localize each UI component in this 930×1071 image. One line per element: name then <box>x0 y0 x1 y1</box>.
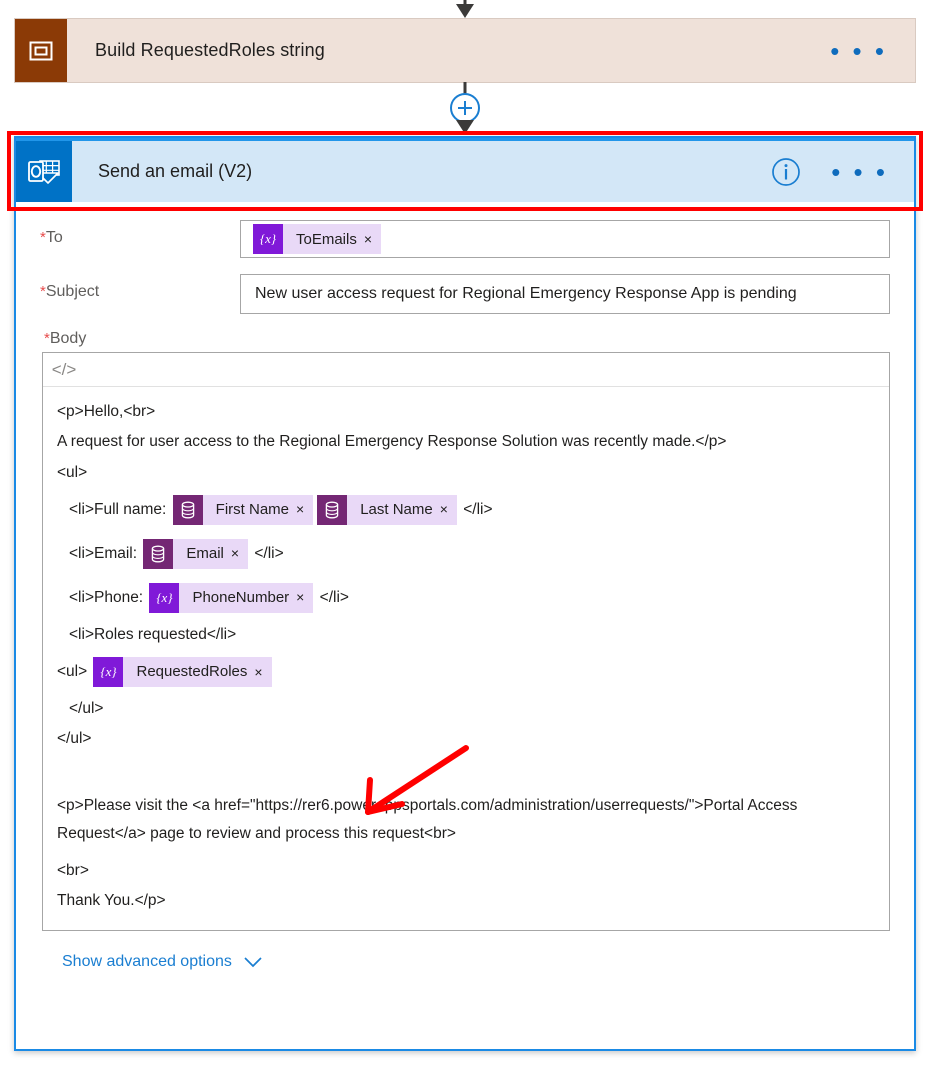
show-advanced-options-button[interactable]: Show advanced options <box>40 931 890 971</box>
token-first-name[interactable]: First Name × <box>172 494 314 525</box>
code-text: </li> <box>458 500 493 518</box>
header-action-group: • • • <box>771 157 914 187</box>
token-remove-button[interactable]: × <box>440 502 457 517</box>
action-card-send-an-email[interactable]: Send an email (V2) • • • *To {x} ToEmail… <box>14 136 916 1051</box>
token-label: RequestedRoles <box>136 663 248 681</box>
body-code-line: <p>Hello,<br> <box>57 403 156 420</box>
body-html-editor[interactable]: </> <p>Hello,<br> A request for user acce… <box>42 352 890 932</box>
action-card-build-requestedroles[interactable]: Build RequestedRoles string • • • <box>14 18 916 83</box>
body-code-line: <br> <box>57 861 89 879</box>
token-toemails[interactable]: {x} ToEmails × <box>253 224 382 254</box>
code-view-icon[interactable]: </> <box>47 355 81 385</box>
body-editor-toolbar: </> <box>43 353 889 387</box>
action-card-title: Build RequestedRoles string <box>95 40 325 60</box>
code-text: <li>Phone: <box>69 588 148 606</box>
token-remove-button[interactable]: × <box>296 590 313 605</box>
info-circle-icon[interactable] <box>771 157 801 187</box>
body-code-line: <li>Email: Email × </li> <box>57 532 875 576</box>
body-code-line: </ul> <box>69 700 104 718</box>
code-text: <ul> <box>57 662 92 680</box>
field-row-to: *To {x} ToEmails × <box>40 220 890 258</box>
code-text: </li> <box>250 544 284 562</box>
connector-add-step <box>450 82 480 134</box>
token-email[interactable]: Email × <box>143 538 249 569</box>
action-card-title: Send an email (V2) <box>98 161 253 181</box>
chevron-down-icon <box>244 957 262 968</box>
outlook-icon <box>16 141 72 202</box>
field-row-subject: *Subject New user access request for Reg… <box>40 274 890 314</box>
body-code-line: <p>Please visit the <a href="https://rer… <box>57 796 798 843</box>
token-label: Last Name <box>360 500 433 518</box>
token-label: Email <box>186 544 224 562</box>
token-remove-button[interactable]: × <box>296 502 313 517</box>
token-remove-button[interactable]: × <box>231 546 248 561</box>
token-last-name[interactable]: Last Name × <box>317 494 457 525</box>
token-remove-button[interactable]: × <box>364 231 381 247</box>
token-phonenumber[interactable]: {x} PhoneNumber × <box>149 582 314 613</box>
show-advanced-options-label: Show advanced options <box>62 953 232 971</box>
action-menu-button[interactable]: • • • <box>831 159 888 185</box>
subject-label: *Subject <box>40 283 100 300</box>
body-label: *Body <box>44 330 87 347</box>
outlook-icon-glyph <box>28 159 60 184</box>
dataverse-token-icon <box>317 494 348 525</box>
variable-icon <box>15 19 67 82</box>
token-remove-button[interactable]: × <box>254 665 271 680</box>
token-label: ToEmails <box>296 230 357 248</box>
dataverse-token-icon <box>172 494 203 525</box>
body-code-line: </ul> <box>57 730 92 748</box>
token-label: First Name <box>215 500 290 518</box>
subject-input[interactable]: New user access request for Regional Eme… <box>240 274 890 314</box>
dataverse-token-icon <box>143 538 174 569</box>
action-card-form: *To {x} ToEmails × *Subject New user acc… <box>16 202 914 971</box>
token-requestedroles[interactable]: {x} RequestedRoles × <box>93 657 272 688</box>
code-text: </li> <box>315 588 349 606</box>
to-label: *To <box>40 229 63 246</box>
flow-designer-canvas: Build RequestedRoles string • • • Send a… <box>0 0 930 1071</box>
body-code-line: <li>Full name: First Name × Last Name × </l… <box>57 488 875 532</box>
body-code-line: <ul> <box>57 463 88 481</box>
action-card-header[interactable]: Send an email (V2) • • • <box>16 138 914 202</box>
body-code-line: <ul> {x} RequestedRoles × <box>57 650 875 694</box>
code-text: <li>Full name: <box>69 500 171 518</box>
connector-arrow-top <box>456 0 474 18</box>
action-menu-button[interactable]: • • • <box>830 38 915 64</box>
code-text: <li>Email: <box>69 544 142 562</box>
body-code-line: A request for user access to the Regiona… <box>57 433 727 451</box>
to-input[interactable]: {x} ToEmails × <box>240 220 890 258</box>
body-code-line: <li>Phone: {x} PhoneNumber × </li> <box>57 576 875 620</box>
body-code-line: Thank You.</p> <box>57 892 166 910</box>
body-html-content[interactable]: <p>Hello,<br> A request for user access t… <box>43 387 889 930</box>
token-label: PhoneNumber <box>192 588 290 606</box>
variable-token-icon: {x} <box>149 582 180 613</box>
body-code-line: <li>Roles requested</li> <box>69 625 237 643</box>
variable-token-icon: {x} <box>253 224 283 254</box>
variable-token-icon: {x} <box>93 657 124 688</box>
variable-icon-glyph <box>29 41 53 60</box>
